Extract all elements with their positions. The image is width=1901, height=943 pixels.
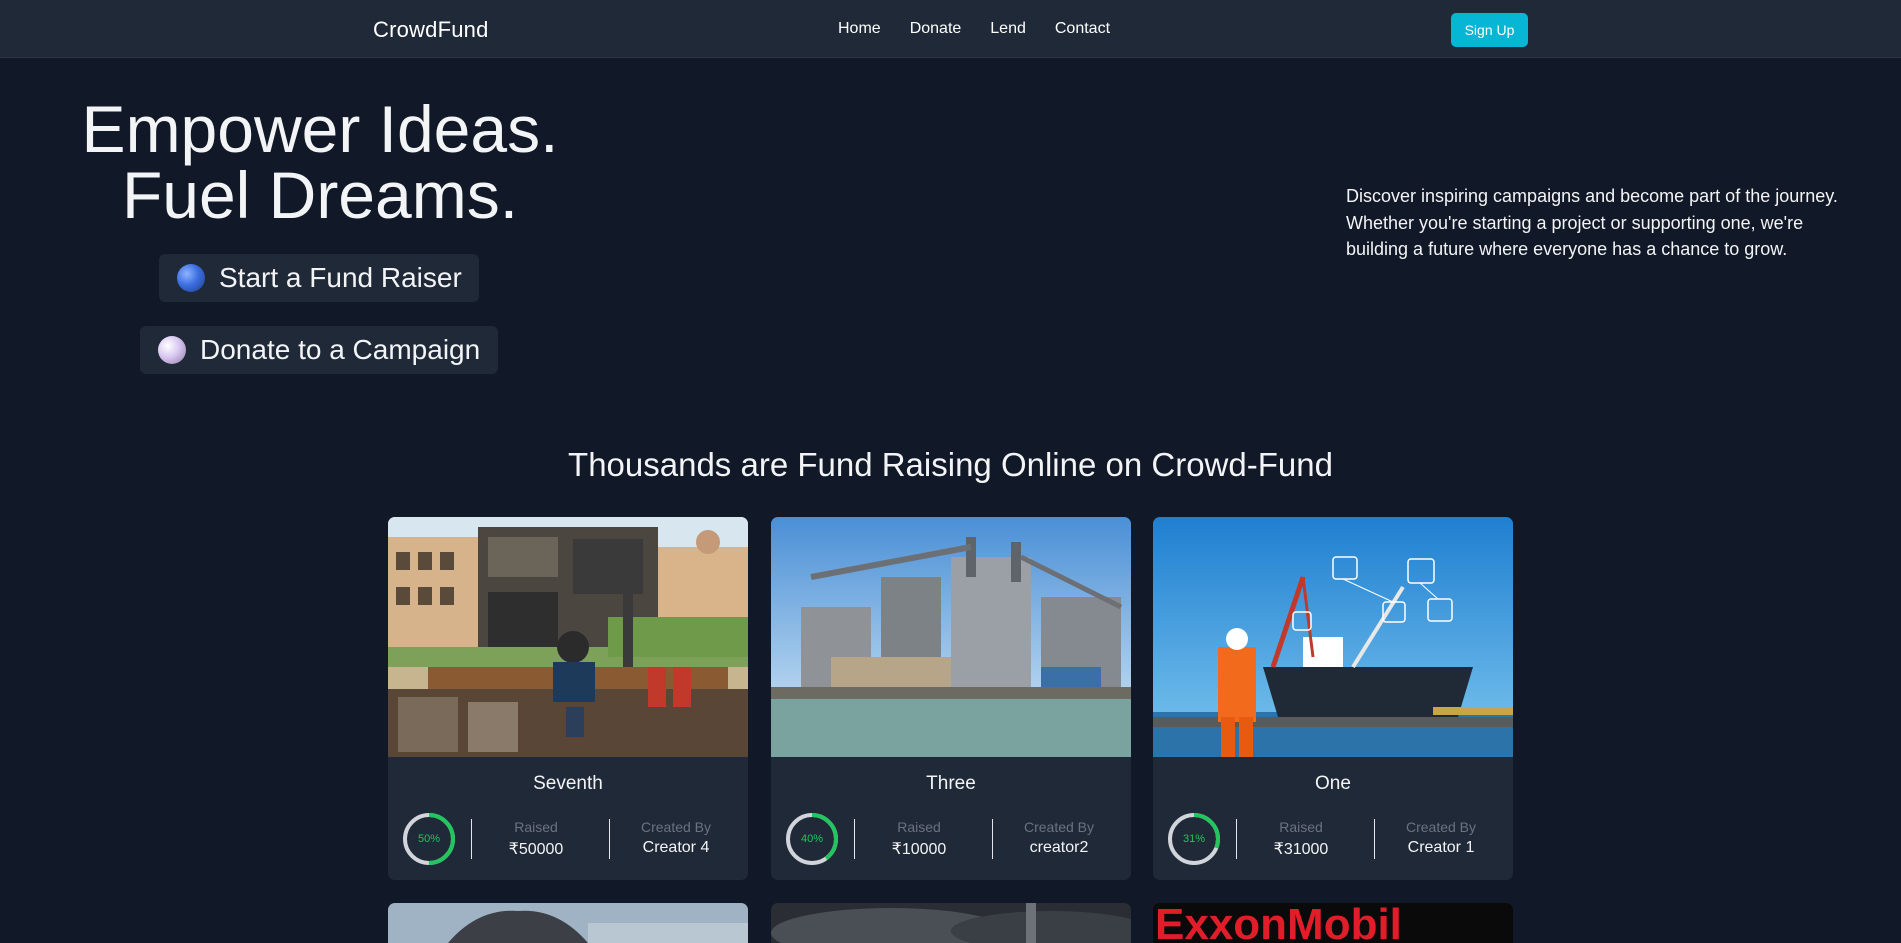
donate-campaign-button[interactable]: Donate to a Campaign (140, 326, 498, 374)
nav-link-home[interactable]: Home (838, 20, 881, 38)
raised-label: Raised (514, 819, 558, 835)
campaign-name[interactable]: Seventh (388, 773, 748, 795)
hero-title: Empower Ideas. Fuel Dreams. (60, 96, 580, 228)
hero-title-line-2: Fuel Dreams. (121, 158, 519, 232)
blue-orb-icon (177, 264, 205, 292)
created-by-label: Created By (1023, 819, 1095, 835)
section-title: Thousands are Fund Raising Online on Cro… (568, 446, 1333, 483)
created-by-label: Created By (1405, 819, 1477, 835)
progress-percent: 31% (1182, 833, 1206, 845)
stat-divider (1374, 819, 1375, 859)
pearl-orb-icon (158, 336, 186, 364)
hero-description: Discover inspiring campaigns and become … (1346, 186, 1838, 259)
nav-link-contact[interactable]: Contact (1055, 20, 1110, 38)
campaign-image[interactable] (388, 517, 748, 757)
campaign-card[interactable]: Seventh 50% Raised ₹50000 Created By Cre… (388, 517, 748, 880)
campaign-image[interactable]: ExxonMobil (1153, 903, 1513, 943)
progress-percent: 40% (800, 833, 824, 845)
nav-link-lend[interactable]: Lend (990, 20, 1026, 38)
campaign-name[interactable]: Three (771, 773, 1131, 795)
raised-amount: ₹50000 (508, 841, 564, 858)
raised-amount: ₹31000 (1273, 841, 1329, 858)
donate-campaign-label: Donate to a Campaign (200, 334, 481, 365)
brand-logo[interactable]: CrowdFund (373, 17, 489, 43)
campaign-image[interactable] (771, 903, 1131, 943)
campaign-image[interactable] (1153, 517, 1513, 757)
creator-name: Creator 1 (1407, 839, 1475, 856)
stat-divider (609, 819, 610, 859)
campaign-card-partial[interactable]: ExxonMobil (1153, 903, 1513, 943)
creator-name: creator2 (1029, 839, 1089, 856)
campaign-card[interactable]: One 31% Raised ₹31000 Created By Creator… (1153, 517, 1513, 880)
campaign-card-partial[interactable] (771, 903, 1131, 943)
top-navbar: CrowdFund Home Donate Lend Contact Sign … (0, 0, 1901, 58)
stat-divider (992, 819, 993, 859)
raised-amount: ₹10000 (891, 841, 947, 858)
campaign-card[interactable]: Three 40% Raised ₹10000 Created By creat… (771, 517, 1131, 880)
progress-percent: 50% (417, 833, 441, 845)
campaign-card-partial[interactable] (388, 903, 748, 943)
campaign-image[interactable] (388, 903, 748, 943)
start-fund-raiser-button[interactable]: Start a Fund Raiser (159, 254, 479, 302)
creator-name: Creator 4 (642, 839, 710, 856)
campaign-name[interactable]: One (1153, 773, 1513, 795)
sign-up-button[interactable]: Sign Up (1451, 13, 1528, 47)
raised-label: Raised (897, 819, 941, 835)
exxonmobil-logo: ExxonMobil (1155, 903, 1402, 943)
campaign-image[interactable] (771, 517, 1131, 757)
nav-link-donate[interactable]: Donate (910, 20, 962, 38)
raised-label: Raised (1279, 819, 1323, 835)
hero-title-line-1: Empower Ideas. (81, 92, 559, 166)
nav-links: Home Donate Lend Contact (838, 20, 1110, 38)
start-fund-raiser-label: Start a Fund Raiser (219, 262, 462, 293)
created-by-label: Created By (640, 819, 712, 835)
